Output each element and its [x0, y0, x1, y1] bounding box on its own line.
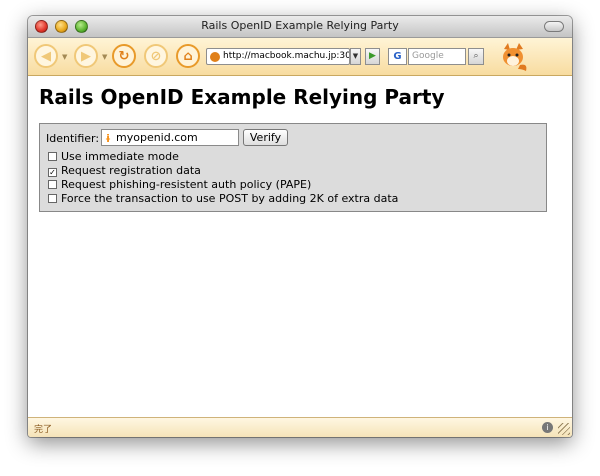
title-bar: Rails OpenID Example Relying Party	[28, 16, 572, 38]
openid-icon: ɨ	[105, 132, 111, 145]
forward-icon[interactable]: ▶	[74, 44, 98, 68]
navigation-toolbar: ◀ ▼ ▶ ▼ ↻ ⊘ ⌂ http://macbook.machu.jp:30…	[28, 38, 572, 76]
option-pape-policy[interactable]: Request phishing-resistent auth policy (…	[48, 178, 311, 191]
toolbar-toggle-button[interactable]	[544, 21, 564, 32]
stop-icon[interactable]: ⊘	[144, 44, 168, 68]
info-icon[interactable]: i	[542, 422, 553, 433]
go-icon[interactable]: ▶	[365, 48, 380, 65]
window-title: Rails OpenID Example Relying Party	[201, 19, 399, 32]
option-label: Force the transaction to use POST by add…	[61, 192, 399, 205]
back-history-dropdown[interactable]: ▼	[62, 53, 67, 61]
search-engine-selector[interactable]: G	[388, 48, 407, 65]
openid-form: Identifier: ɨ myopenid.com Verify Use im…	[39, 123, 547, 212]
search-input[interactable]: Google	[408, 48, 466, 65]
option-force-post[interactable]: Force the transaction to use POST by add…	[48, 192, 398, 205]
identifier-value: myopenid.com	[116, 131, 198, 144]
page-title: Rails OpenID Example Relying Party	[39, 85, 445, 109]
registration-data-checkbox[interactable]: ✓	[48, 168, 57, 177]
option-immediate-mode[interactable]: Use immediate mode	[48, 150, 179, 163]
url-text: http://macbook.machu.jp:3000	[223, 51, 350, 61]
browser-window: Rails OpenID Example Relying Party ◀ ▼ ▶…	[28, 16, 572, 437]
search-icon[interactable]: ⌕	[468, 48, 484, 65]
verify-button[interactable]: Verify	[243, 129, 288, 146]
firefox-logo	[503, 43, 527, 71]
site-favicon-icon	[210, 52, 220, 62]
url-history-dropdown[interactable]: ▼	[350, 48, 361, 65]
force-post-checkbox[interactable]	[48, 194, 57, 203]
option-label: Request phishing-resistent auth policy (…	[61, 178, 312, 191]
identifier-input[interactable]: ɨ myopenid.com	[101, 129, 239, 146]
forward-history-dropdown[interactable]: ▼	[102, 53, 107, 61]
resize-grip-icon[interactable]	[558, 423, 570, 435]
pape-policy-checkbox[interactable]	[48, 180, 57, 189]
back-icon[interactable]: ◀	[34, 44, 58, 68]
page-content: Rails OpenID Example Relying Party Ident…	[28, 77, 572, 417]
status-bar: 完了 i	[28, 417, 572, 437]
option-label: Use immediate mode	[61, 150, 179, 163]
status-text: 完了	[34, 425, 53, 435]
option-label: Request registration data	[61, 164, 201, 177]
home-icon[interactable]: ⌂	[176, 44, 200, 68]
option-registration-data[interactable]: ✓ Request registration data	[48, 164, 201, 177]
immediate-mode-checkbox[interactable]	[48, 152, 57, 161]
identifier-label: Identifier:	[46, 132, 100, 145]
url-bar[interactable]: http://macbook.machu.jp:3000	[206, 48, 350, 65]
reload-icon[interactable]: ↻	[112, 44, 136, 68]
